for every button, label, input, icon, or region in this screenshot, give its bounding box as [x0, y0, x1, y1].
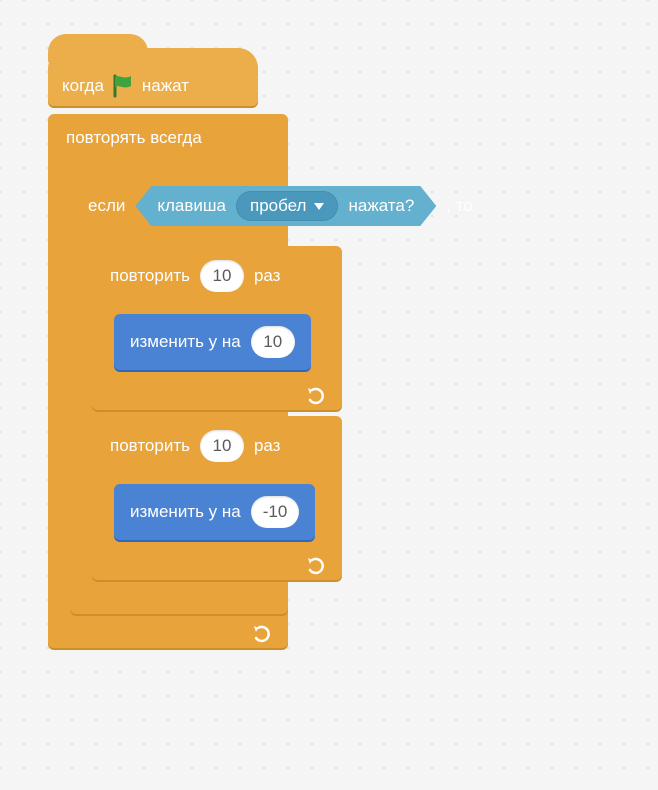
repeat1-count-input[interactable]: 10	[200, 260, 244, 292]
loop-arrow-icon	[306, 556, 328, 576]
forever-block[interactable]: повторять всегда если клавиша пробел наж…	[48, 114, 288, 648]
if-head: если клавиша пробел нажата? , то	[70, 172, 580, 240]
repeat1-head: повторить 10 раз	[92, 246, 342, 306]
change-y-block-2[interactable]: изменить y на -10	[114, 484, 315, 540]
forever-label: повторять всегда	[66, 128, 202, 148]
repeat1-foot	[92, 380, 342, 410]
if-foot	[70, 584, 580, 614]
repeat-block-2[interactable]: повторить 10 раз изменить y на -10	[92, 416, 342, 580]
sensing-pressed-label: нажата?	[348, 196, 414, 216]
change-y2-label: изменить y на	[130, 502, 241, 522]
event-hat-when-flag-clicked[interactable]: когда нажат	[48, 48, 258, 106]
repeat2-label: повторить	[110, 436, 190, 456]
change-y-block-1[interactable]: изменить y на 10	[114, 314, 311, 370]
chevron-down-icon	[314, 203, 324, 210]
green-flag-icon	[112, 74, 134, 98]
hat-clicked-label: нажат	[142, 76, 189, 96]
change-y1-label: изменить y на	[130, 332, 241, 352]
key-pressed-reporter[interactable]: клавиша пробел нажата?	[135, 186, 436, 226]
repeat-block-1[interactable]: повторить 10 раз изменить y на 10	[92, 246, 342, 410]
forever-foot	[48, 618, 288, 648]
repeat1-body: изменить y на 10	[114, 306, 342, 380]
loop-arrow-icon	[252, 624, 274, 644]
repeat2-body: изменить y на -10	[114, 476, 342, 550]
then-label: , то	[446, 196, 473, 216]
repeat2-foot	[92, 550, 342, 580]
key-dropdown-value: пробел	[250, 196, 306, 216]
key-dropdown[interactable]: пробел	[236, 191, 338, 221]
repeat2-times-label: раз	[254, 436, 281, 456]
repeat1-times-label: раз	[254, 266, 281, 286]
if-block[interactable]: если клавиша пробел нажата? , то повтори…	[70, 172, 288, 614]
repeat2-count-input[interactable]: 10	[200, 430, 244, 462]
change-y2-value-input[interactable]: -10	[251, 496, 300, 528]
forever-head: повторять всегда	[48, 114, 288, 162]
repeat2-head: повторить 10 раз	[92, 416, 342, 476]
change-y1-value-input[interactable]: 10	[251, 326, 295, 358]
forever-body: если клавиша пробел нажата? , то повтори…	[70, 162, 288, 618]
if-body: повторить 10 раз изменить y на 10	[92, 240, 288, 584]
hat-when-label: когда	[62, 76, 104, 96]
loop-arrow-icon	[306, 386, 328, 406]
if-label: если	[88, 196, 125, 216]
repeat1-label: повторить	[110, 266, 190, 286]
sensing-key-label: клавиша	[157, 196, 226, 216]
